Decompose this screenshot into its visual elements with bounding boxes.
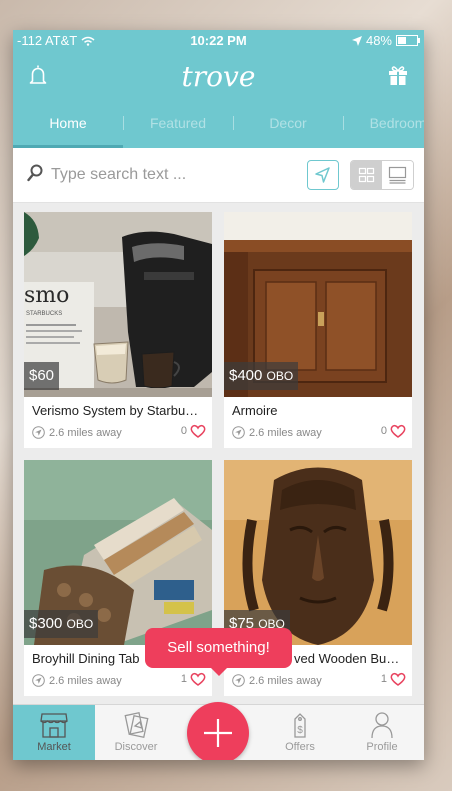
view-toggle [350, 160, 414, 190]
like-count: 1 [380, 673, 387, 685]
like-button[interactable]: 0 [181, 424, 206, 438]
listing-card[interactable]: smo STARBUCKS $60 Verismo System by Star… [24, 212, 212, 448]
status-bar: -112 AT&T 10:22 PM 48% [13, 30, 424, 50]
tab-offers-label: Offers [285, 741, 315, 753]
listing-distance: 2.6 miles away [32, 674, 122, 687]
like-count: 1 [180, 673, 187, 685]
search-bar [13, 148, 424, 203]
svg-text:STARBUCKS: STARBUCKS [26, 311, 62, 317]
heart-icon [390, 672, 406, 686]
gift-button[interactable] [388, 64, 408, 91]
location-arrow-icon [232, 426, 245, 439]
listing-distance: 2.6 miles away [32, 426, 122, 439]
heart-icon [190, 424, 206, 438]
tab-discover-label: Discover [114, 741, 158, 753]
listing-title: ved Wooden Bu… [294, 651, 400, 666]
like-button[interactable]: 1 [381, 672, 406, 686]
nearby-location-button[interactable] [307, 160, 339, 190]
like-button[interactable]: 0 [381, 424, 406, 438]
list-view-icon [388, 166, 407, 184]
category-tabs: Home Featured Decor Bedroom [13, 110, 424, 148]
price-tag-icon: $ [294, 713, 306, 738]
location-arrow-icon [32, 674, 45, 687]
listing-distance: 2.6 miles away [232, 674, 322, 687]
tab-profile[interactable]: Profile [341, 705, 423, 760]
listing-card[interactable]: $400 OBO Armoire 2.6 miles away 0 [224, 212, 412, 448]
battery-fill [398, 37, 406, 44]
like-count: 0 [180, 425, 187, 437]
like-count: 0 [380, 425, 387, 437]
app-logo: trove [181, 60, 256, 93]
location-arrow-icon [232, 674, 245, 687]
sell-button[interactable] [187, 702, 249, 760]
heart-icon [190, 672, 206, 686]
battery-icon [396, 35, 420, 46]
grid-view-button[interactable] [351, 161, 382, 189]
location-arrow-icon [315, 167, 330, 183]
svg-text:smo: smo [24, 283, 69, 308]
battery-percent: 48% [365, 33, 392, 48]
sell-tooltip: Sell something! [145, 628, 292, 676]
grid-icon [358, 167, 375, 183]
listing-price: $60 [24, 362, 60, 390]
storefront-icon [40, 713, 68, 738]
heart-icon [390, 424, 406, 438]
app-screen: -112 AT&T 10:22 PM 48% trove Home Featur… [13, 30, 424, 760]
tab-bedroom[interactable]: Bedroom [343, 110, 424, 148]
tab-market-label: Market [37, 741, 71, 753]
listing-title: Verismo System by Starbu… [32, 403, 199, 418]
tab-decor[interactable]: Decor [233, 110, 343, 148]
listing-price: $400 OBO [224, 362, 299, 390]
tab-featured[interactable]: Featured [123, 110, 233, 148]
location-arrow-icon [351, 35, 362, 46]
person-icon [371, 712, 393, 739]
svg-text:$: $ [297, 725, 303, 736]
location-arrow-icon [32, 426, 45, 439]
battery-indicator: 48% [351, 33, 420, 48]
search-input[interactable] [49, 160, 283, 190]
tab-market[interactable]: Market [13, 705, 95, 760]
discover-cards-icon [124, 711, 149, 739]
like-button[interactable]: 1 [181, 672, 206, 686]
app-header: -112 AT&T 10:22 PM 48% trove Home Featur… [13, 30, 424, 148]
tab-home[interactable]: Home [13, 110, 123, 148]
list-view-button[interactable] [382, 161, 413, 189]
listing-title: Armoire [232, 403, 278, 418]
tab-profile-label: Profile [366, 741, 398, 753]
listing-distance: 2.6 miles away [232, 426, 322, 439]
tab-discover[interactable]: Discover [95, 705, 177, 760]
search-icon [27, 164, 43, 182]
gift-icon [389, 66, 407, 85]
listing-price: $300 OBO [24, 610, 99, 638]
plus-icon [204, 719, 232, 747]
tab-offers[interactable]: $ Offers [259, 705, 341, 760]
